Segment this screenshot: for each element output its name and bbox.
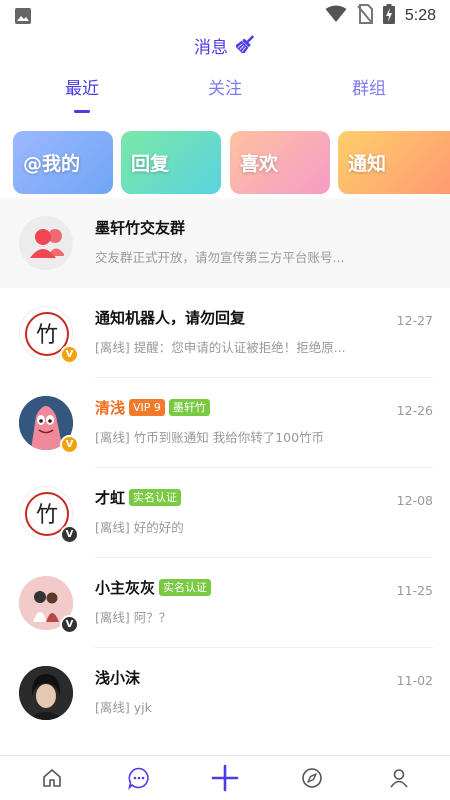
tab-recent[interactable]: 最近: [32, 74, 132, 99]
contact-name: 浅小沫: [95, 668, 141, 687]
group-preview: 交友群正式开放，请勿宣传第三方平台账号...: [95, 250, 345, 265]
message-time: 12-26: [396, 403, 433, 418]
clock-time: 5:28: [404, 7, 436, 24]
svg-text:竹: 竹: [36, 503, 58, 528]
battery-charging-icon: [382, 4, 395, 28]
message-time: 12-08: [396, 493, 433, 508]
group-icon: [30, 229, 64, 258]
likes-card[interactable]: 喜欢: [230, 131, 330, 194]
chat-row[interactable]: 竹 V 通知机器人，请勿回复 [离线] 提醒：您申请的认证被拒绝！拒绝原... …: [0, 288, 450, 378]
avatar: [19, 666, 73, 720]
vip-badge-icon: V: [60, 345, 79, 364]
portrait-avatar-icon: [19, 666, 73, 720]
group-tag: 墨轩竹: [168, 398, 210, 416]
svg-text:竹: 竹: [36, 323, 58, 348]
mentions-card[interactable]: @我的: [13, 131, 113, 194]
chat-row[interactable]: V 小主灰灰 实名认证 [离线] 阿？？ 11-25: [0, 558, 450, 648]
bottom-nav: [0, 755, 450, 800]
tab-groups[interactable]: 群组: [319, 74, 419, 99]
replies-card[interactable]: 回复: [121, 131, 221, 194]
quick-cards: @我的 回复 喜欢 通知: [13, 131, 450, 195]
chat-row[interactable]: 竹 V 才虹 实名认证 [离线] 好的好的 12-08: [0, 468, 450, 558]
notifications-card[interactable]: 通知: [338, 131, 450, 194]
verified-tag: 实名认证: [159, 578, 212, 596]
page-title: 消息: [194, 37, 228, 58]
tab-following[interactable]: 关注: [175, 74, 275, 99]
user-icon[interactable]: [385, 764, 413, 792]
message-preview: [离线] 阿？？: [95, 610, 172, 625]
vip-level-tag: VIP 9: [129, 398, 165, 416]
message-preview: [离线] 竹币到账通知 我给你转了100竹币: [95, 430, 325, 445]
broom-icon[interactable]: [234, 33, 256, 57]
plus-icon[interactable]: [211, 764, 239, 792]
verified-badge-icon: V: [60, 615, 79, 634]
message-preview: [离线] 提醒：您申请的认证被拒绝！拒绝原...: [95, 340, 346, 355]
group-avatar: [19, 216, 73, 270]
message-time: 11-25: [396, 583, 433, 598]
contact-name: 才虹: [95, 488, 126, 507]
status-bar: 5:28: [0, 0, 450, 32]
home-icon[interactable]: [38, 764, 66, 792]
no-sim-icon: [357, 4, 373, 28]
message-preview: [离线] yjk: [95, 700, 152, 715]
contact-name: 清浅: [95, 398, 126, 417]
verified-badge-icon: V: [60, 525, 79, 544]
compass-icon[interactable]: [298, 764, 326, 792]
chat-bubble-icon[interactable]: [125, 764, 153, 792]
contact-name: 小主灰灰: [95, 578, 156, 597]
vip-badge-icon: V: [60, 435, 79, 454]
gallery-icon: [14, 7, 32, 29]
tab-bar: 最近 关注 群组: [0, 74, 450, 118]
chat-row[interactable]: V 清浅 VIP 9 墨轩竹 [离线] 竹币到账通知 我给你转了100竹币 12…: [0, 378, 450, 468]
wifi-icon: [325, 5, 347, 27]
group-name: 墨轩竹交友群: [95, 218, 186, 237]
active-tab-indicator: [74, 110, 90, 113]
page-header: 消息: [0, 30, 450, 60]
group-chat-row[interactable]: 墨轩竹交友群 交友群正式开放，请勿宣传第三方平台账号...: [0, 198, 450, 288]
message-preview: [离线] 好的好的: [95, 520, 184, 535]
contact-name: 通知机器人，请勿回复: [95, 308, 246, 327]
message-time: 12-27: [396, 313, 433, 328]
verified-tag: 实名认证: [129, 488, 182, 506]
message-time: 11-02: [396, 673, 433, 688]
chat-row[interactable]: 浅小沫 [离线] yjk 11-02: [0, 648, 450, 738]
